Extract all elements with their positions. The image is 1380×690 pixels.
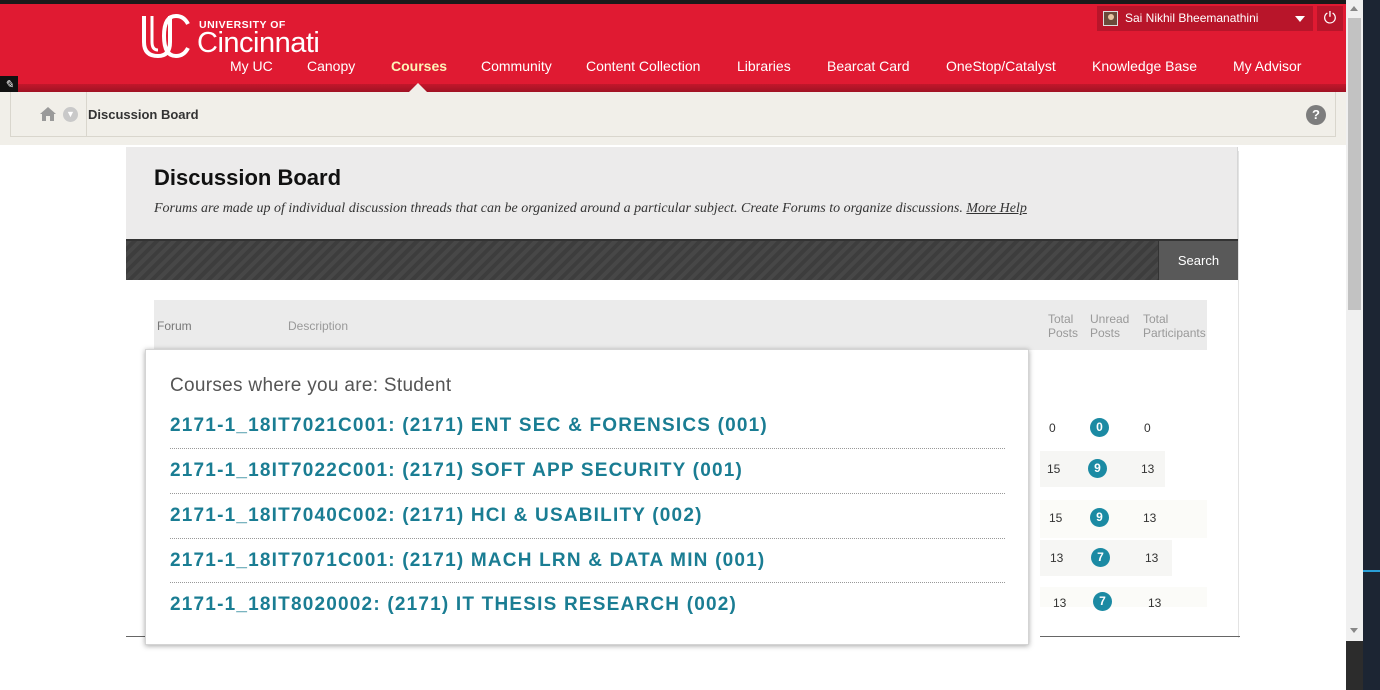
nav-libraries[interactable]: Libraries xyxy=(737,58,791,74)
more-help-link[interactable]: More Help xyxy=(966,201,1027,216)
row-total-posts: 0 xyxy=(1049,421,1056,435)
page-scrollbar[interactable] xyxy=(1346,0,1363,641)
desktop-background xyxy=(1363,0,1380,690)
user-name: Sai Nikhil Bheemanathini xyxy=(1125,11,1259,25)
row-unread-badge[interactable]: 7 xyxy=(1093,592,1112,611)
help-icon[interactable]: ? xyxy=(1306,105,1326,125)
page-title: Discussion Board xyxy=(154,165,342,190)
row-unread-badge[interactable]: 7 xyxy=(1091,548,1110,567)
breadcrumb-bar: ▼ Discussion Board ? xyxy=(0,92,1346,145)
breadcrumb: ▼ Discussion Board ? xyxy=(10,92,1336,137)
user-avatar xyxy=(1103,11,1118,26)
search-button[interactable]: Search xyxy=(1158,241,1238,280)
table-row xyxy=(1040,500,1207,538)
scrollbar-thumb[interactable] xyxy=(1348,18,1361,310)
row-participants: 13 xyxy=(1141,462,1155,476)
row-participants: 13 xyxy=(1143,511,1157,525)
user-menu[interactable]: Sai Nikhil Bheemanathini xyxy=(1097,6,1313,31)
col-description: Description xyxy=(288,319,349,333)
nav-my-advisor[interactable]: My Advisor xyxy=(1233,58,1301,74)
home-icon[interactable] xyxy=(39,106,57,122)
row-participants: 13 xyxy=(1148,596,1162,610)
col-forum[interactable]: Forum xyxy=(157,319,192,333)
desktop-accent-line xyxy=(1363,570,1380,572)
row-participants: 13 xyxy=(1145,551,1159,565)
nav-community[interactable]: Community xyxy=(481,58,552,74)
nav-canopy[interactable]: Canopy xyxy=(307,58,355,74)
page-header-card: Discussion Board Forums are made up of i… xyxy=(126,147,1238,239)
course-divider xyxy=(170,582,1005,583)
course-divider xyxy=(170,448,1005,449)
right-gutter xyxy=(1238,151,1336,638)
uc-logo[interactable]: UNIVERSITY OF Cincinnati xyxy=(140,12,340,64)
breadcrumb-divider xyxy=(86,92,87,137)
course-link[interactable]: 2171-1_18IT7071C001: (2171) MACH LRN & D… xyxy=(170,550,765,572)
breadcrumb-current: Discussion Board xyxy=(88,107,199,122)
nav-bearcat-card[interactable]: Bearcat Card xyxy=(827,58,909,74)
top-header: UNIVERSITY OF Cincinnati My UC Canopy Co… xyxy=(0,0,1346,96)
row-unread-badge[interactable]: 9 xyxy=(1088,459,1107,478)
nav-knowledge-base[interactable]: Knowledge Base xyxy=(1092,58,1197,74)
scroll-up-arrow[interactable] xyxy=(1350,6,1358,11)
row-participants: 0 xyxy=(1144,421,1151,435)
page-root: UNIVERSITY OF Cincinnati My UC Canopy Co… xyxy=(0,0,1380,690)
row-unread-badge[interactable]: 0 xyxy=(1090,418,1109,437)
scroll-down-arrow[interactable] xyxy=(1350,628,1358,633)
col-total-posts-line1[interactable]: Total xyxy=(1048,312,1073,326)
page-description: Forums are made up of individual discuss… xyxy=(154,201,1027,217)
course-divider xyxy=(170,493,1005,494)
course-link[interactable]: 2171-1_18IT7022C001: (2171) SOFT APP SEC… xyxy=(170,460,743,482)
col-unread-line1[interactable]: Unread xyxy=(1090,312,1129,326)
chevron-down-icon[interactable]: ▼ xyxy=(63,107,78,122)
course-link[interactable]: 2171-1_18IT7021C001: (2171) ENT SEC & FO… xyxy=(170,415,768,437)
logo-cincinnati: Cincinnati xyxy=(197,27,320,59)
col-unread-line2[interactable]: Posts xyxy=(1090,326,1120,340)
course-divider xyxy=(170,538,1005,539)
row-total-posts: 15 xyxy=(1049,511,1063,525)
row-unread-badge[interactable]: 9 xyxy=(1090,508,1109,527)
window-corner xyxy=(1346,641,1363,690)
table-bottom-border xyxy=(126,636,146,637)
col-participants-line2[interactable]: Participants xyxy=(1143,326,1206,340)
caret-down-icon[interactable] xyxy=(1295,16,1305,22)
uc-logo-mark xyxy=(142,13,190,59)
nav-onestop-catalyst[interactable]: OneStop/Catalyst xyxy=(946,58,1056,74)
course-menu-heading: Courses where you are: Student xyxy=(170,375,452,396)
forum-table-header: Forum Description Total Posts Unread Pos… xyxy=(154,300,1207,350)
action-toolbar: Search xyxy=(126,239,1238,280)
col-total-posts-line2[interactable]: Posts xyxy=(1048,326,1078,340)
nav-content-collection[interactable]: Content Collection xyxy=(586,58,700,74)
power-icon[interactable]: ⏻ xyxy=(1317,6,1343,31)
nav-my-uc[interactable]: My UC xyxy=(230,58,273,74)
table-bottom-border xyxy=(1040,636,1240,637)
row-total-posts: 15 xyxy=(1047,462,1061,476)
course-menu-popup: Courses where you are: Student 2171-1_18… xyxy=(145,349,1029,645)
col-participants-line1[interactable]: Total xyxy=(1143,312,1168,326)
page-description-text: Forums are made up of individual discuss… xyxy=(154,201,963,216)
course-link[interactable]: 2171-1_18IT7040C002: (2171) HCI & USABIL… xyxy=(170,505,703,527)
row-total-posts: 13 xyxy=(1050,551,1064,565)
row-total-posts: 13 xyxy=(1053,596,1067,610)
nav-courses[interactable]: Courses xyxy=(391,58,447,74)
course-link[interactable]: 2171-1_18IT8020002: (2171) IT THESIS RES… xyxy=(170,594,737,616)
